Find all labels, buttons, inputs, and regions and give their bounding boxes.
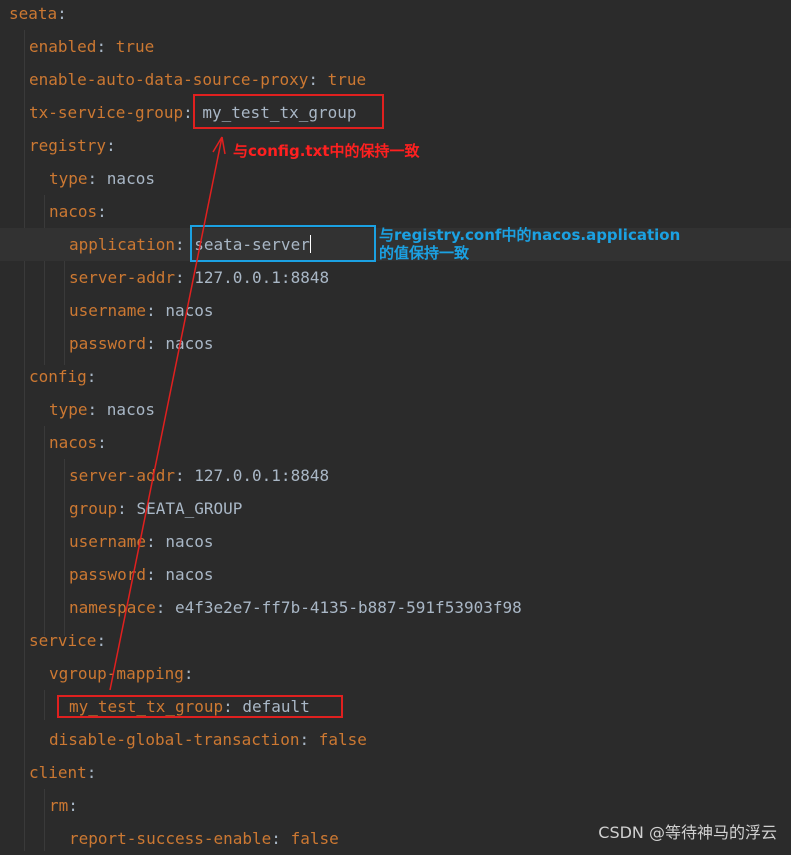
yaml-key: password	[69, 565, 147, 584]
yaml-key: username	[69, 532, 147, 551]
yaml-key: tx-service-group	[29, 103, 184, 122]
yaml-value: 127.0.0.1:8848	[194, 268, 330, 287]
code-line[interactable]: username: nacos	[0, 525, 791, 558]
yaml-separator: :	[86, 367, 97, 386]
yaml-key: server-addr	[69, 466, 175, 485]
yaml-separator: :	[183, 664, 194, 683]
vgroup-mapping-highlight	[57, 695, 343, 718]
yaml-key: report-success-enable	[69, 829, 272, 848]
code-line[interactable]: service:	[0, 624, 791, 657]
code-line[interactable]: rm:	[0, 789, 791, 822]
watermark: CSDN @等待神马的浮云	[598, 823, 777, 842]
yaml-separator: :	[308, 70, 328, 89]
code-line[interactable]: client:	[0, 756, 791, 789]
yaml-key: nacos	[49, 202, 98, 221]
code-line[interactable]: type: nacos	[0, 162, 791, 195]
yaml-value: nacos	[165, 532, 214, 551]
yaml-separator: :	[299, 730, 319, 749]
yaml-separator: :	[146, 532, 166, 551]
yaml-value: SEATA_GROUP	[136, 499, 243, 518]
yaml-key: config	[29, 367, 87, 386]
yaml-value: nacos	[165, 301, 214, 320]
code-line[interactable]: vgroup-mapping:	[0, 657, 791, 690]
code-line[interactable]: password: nacos	[0, 558, 791, 591]
yaml-separator: :	[174, 268, 195, 287]
code-line[interactable]: config:	[0, 360, 791, 393]
code-editor[interactable]: seata: enabled: true enable-auto-data-sour…	[0, 0, 791, 851]
yaml-key: enable-auto-data-source-proxy	[29, 70, 309, 89]
yaml-separator: :	[87, 169, 107, 188]
yaml-value: e4f3e2e7-ff7b-4135-b887-591f53903f98	[174, 598, 522, 617]
yaml-key: username	[69, 301, 147, 320]
code-line[interactable]: seata:	[0, 0, 791, 30]
yaml-value: true	[115, 37, 155, 56]
yaml-key: nacos	[49, 433, 98, 452]
yaml-value: false	[318, 730, 367, 749]
yaml-separator: :	[117, 499, 137, 518]
yaml-value: nacos	[165, 334, 214, 353]
yaml-key: application	[69, 235, 175, 254]
yaml-key: password	[69, 334, 147, 353]
yaml-key: group	[69, 499, 118, 518]
yaml-value: true	[327, 70, 367, 89]
yaml-value: nacos	[106, 400, 155, 419]
code-line[interactable]: server-addr: 127.0.0.1:8848	[0, 261, 791, 294]
code-line[interactable]: tx-service-group: my_test_tx_group	[0, 96, 791, 129]
code-line[interactable]: enable-auto-data-source-proxy: true	[0, 63, 791, 96]
yaml-separator: :	[97, 202, 107, 221]
yaml-key: rm	[49, 796, 69, 815]
yaml-key: client	[29, 763, 87, 782]
code-line[interactable]: group: SEATA_GROUP	[0, 492, 791, 525]
yaml-separator: :	[57, 4, 67, 23]
blue-annotation-note-line2: 的值保持一致	[379, 244, 470, 262]
yaml-separator: :	[87, 400, 107, 419]
yaml-separator: :	[68, 796, 78, 815]
yaml-separator: :	[86, 763, 97, 782]
yaml-separator: :	[271, 829, 291, 848]
code-line[interactable]: password: nacos	[0, 327, 791, 360]
yaml-key: vgroup-mapping	[49, 664, 184, 683]
yaml-key: type	[49, 169, 88, 188]
blue-annotation-note-line1: 与registry.conf中的nacos.application	[379, 226, 681, 244]
tx-service-group-highlight	[193, 94, 384, 129]
code-line[interactable]: nacos:	[0, 426, 791, 459]
yaml-key: namespace	[69, 598, 156, 617]
yaml-value: nacos	[165, 565, 214, 584]
application-highlight	[190, 225, 376, 262]
yaml-key: service	[29, 631, 97, 650]
yaml-separator: :	[146, 301, 166, 320]
yaml-value: false	[290, 829, 339, 848]
code-line[interactable]: username: nacos	[0, 294, 791, 327]
yaml-separator: :	[146, 334, 166, 353]
yaml-key: seata	[9, 4, 58, 23]
code-line[interactable]: disable-global-transaction: false	[0, 723, 791, 756]
yaml-key: server-addr	[69, 268, 175, 287]
code-line[interactable]: enabled: true	[0, 30, 791, 63]
code-line[interactable]: namespace: e4f3e2e7-ff7b-4135-b887-591f5…	[0, 591, 791, 624]
yaml-separator: :	[174, 466, 195, 485]
yaml-separator: :	[146, 565, 166, 584]
yaml-separator: :	[96, 631, 107, 650]
code-line[interactable]: type: nacos	[0, 393, 791, 426]
code-line[interactable]: nacos:	[0, 195, 791, 228]
red-annotation-note: 与config.txt中的保持一致	[233, 142, 420, 160]
yaml-separator: :	[155, 598, 175, 617]
yaml-value: nacos	[106, 169, 155, 188]
yaml-key: enabled	[29, 37, 97, 56]
code-line[interactable]: server-addr: 127.0.0.1:8848	[0, 459, 791, 492]
yaml-separator: :	[96, 37, 116, 56]
yaml-key: registry	[29, 136, 107, 155]
yaml-separator: :	[106, 136, 116, 155]
yaml-key: disable-global-transaction	[49, 730, 300, 749]
yaml-key: type	[49, 400, 88, 419]
yaml-value: 127.0.0.1:8848	[194, 466, 330, 485]
yaml-separator: :	[97, 433, 107, 452]
